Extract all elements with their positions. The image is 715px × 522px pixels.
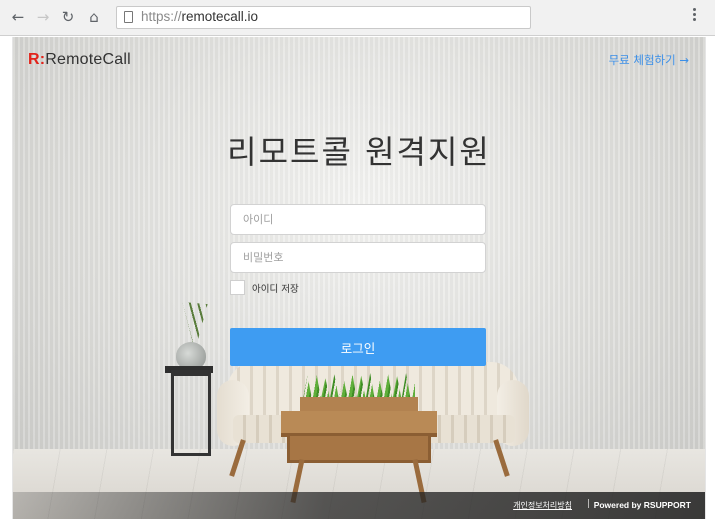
logo-mark: R:: [28, 51, 46, 68]
user-id-input[interactable]: [230, 204, 486, 235]
remotecall-logo[interactable]: R:RemoteCall: [28, 51, 131, 69]
menu-kebab-icon[interactable]: [691, 8, 697, 28]
remember-id-checkbox[interactable]: [230, 280, 245, 295]
plant-stems: [182, 302, 208, 344]
free-trial-link[interactable]: 무료 체험하기 →: [609, 52, 689, 68]
url-host: remotecall.io: [181, 9, 259, 24]
home-icon[interactable]: ⌂: [84, 7, 104, 27]
browser-toolbar: ← → ↻ ⌂ https://remotecall.io: [0, 0, 715, 36]
footer-bar: 개인정보처리방침 | Powered by RSUPPORT: [13, 492, 705, 519]
address-bar[interactable]: https://remotecall.io: [116, 6, 531, 29]
logo-text: RemoteCall: [45, 51, 131, 68]
privacy-policy-link[interactable]: 개인정보처리방침: [513, 500, 572, 511]
back-icon[interactable]: ←: [8, 7, 28, 27]
url-protocol: https://: [141, 9, 182, 24]
footer-separator: |: [586, 499, 590, 509]
reload-icon[interactable]: ↻: [58, 7, 78, 27]
url-text[interactable]: https://remotecall.io: [141, 9, 258, 24]
page-viewport: R:RemoteCall 무료 체험하기 → 리모트콜 원격지원 아이디 저장 …: [12, 37, 706, 519]
powered-by-text: Powered by RSUPPORT: [593, 500, 691, 510]
plant-stand: [171, 370, 211, 456]
page-icon: [124, 11, 133, 23]
password-input[interactable]: [230, 242, 486, 273]
coffee-table-shelf: [287, 433, 431, 463]
forward-icon[interactable]: →: [33, 7, 53, 27]
login-button[interactable]: 로그인: [230, 328, 486, 366]
remember-id-label: 아이디 저장: [252, 284, 299, 295]
page-title: 리모트콜 원격지원: [227, 133, 491, 171]
